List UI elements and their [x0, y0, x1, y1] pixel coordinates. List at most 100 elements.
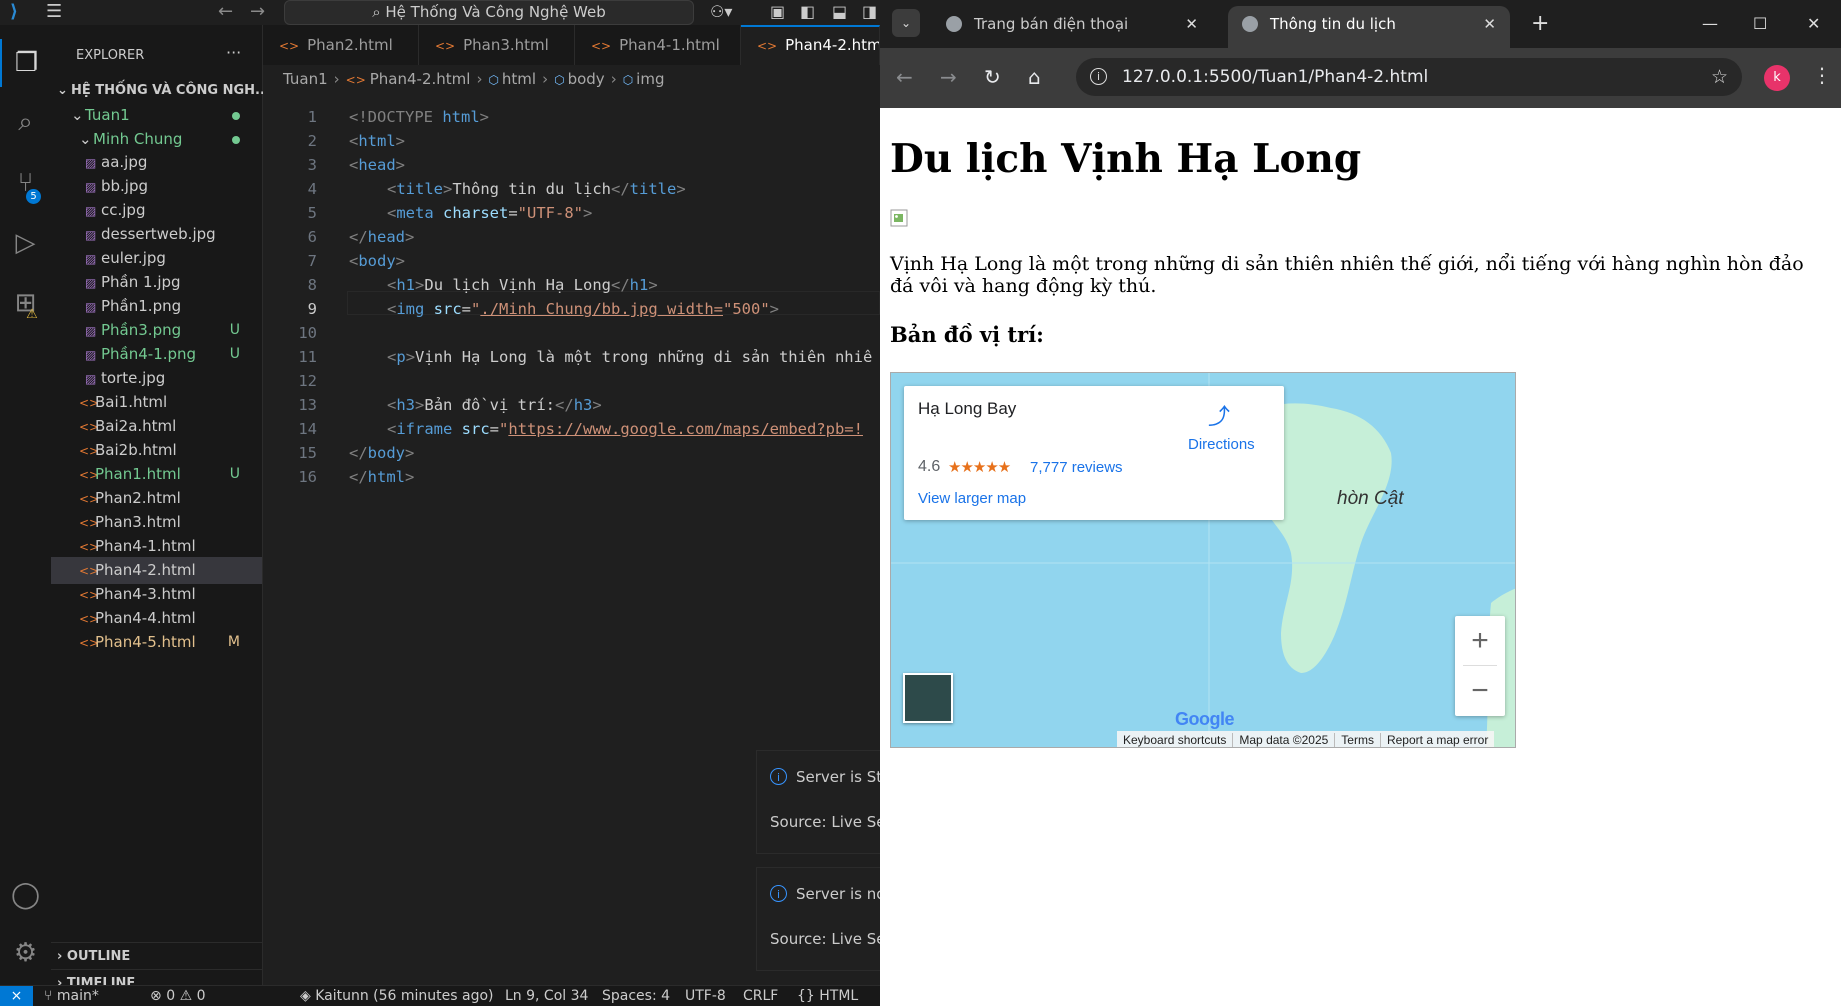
tab-phan3[interactable]: <> Phan3.html	[419, 25, 575, 65]
tree-file[interactable]: ▨ cc.jpg	[51, 197, 262, 224]
zoom-out-icon[interactable]: −	[1455, 666, 1505, 715]
tree-file[interactable]: <>Phan1.html U	[51, 461, 262, 488]
tree-file[interactable]: ▨ dessertweb.jpg	[51, 221, 262, 248]
tree-file[interactable]: ▨ Phần3.png U	[51, 317, 262, 344]
reload-icon[interactable]: ↻	[984, 65, 1001, 89]
settings-gear-icon[interactable]: ⚙	[0, 929, 51, 977]
terms-link[interactable]: Terms	[1335, 733, 1381, 747]
directions-link[interactable]: Directions	[1188, 436, 1255, 453]
reviews-link[interactable]: 7,777 reviews	[1030, 459, 1123, 476]
breadcrumb-item[interactable]: img	[636, 70, 664, 88]
tree-file[interactable]: ▨ torte.jpg	[51, 365, 262, 392]
view-larger-map-link[interactable]: View larger map	[918, 490, 1026, 507]
indentation[interactable]: Spaces: 4	[602, 986, 670, 1006]
toggle-panel-icon[interactable]: ⬓	[832, 2, 847, 22]
code-editor[interactable]: 1 2 3 4 5 6 7 8 9 10 11 12 13 14 15 16 <…	[263, 105, 880, 525]
satellite-toggle[interactable]	[903, 673, 953, 723]
tree-file[interactable]: <>Phan2.html	[51, 485, 262, 512]
new-tab-icon[interactable]: +	[1531, 10, 1549, 38]
zoom-in-icon[interactable]: +	[1455, 616, 1505, 665]
back-arrow-icon[interactable]: ←	[218, 1, 233, 23]
cursor-position[interactable]: Ln 9, Col 34	[505, 986, 588, 1006]
tree-file[interactable]: ▨ Phần4-1.png U	[51, 341, 262, 368]
breadcrumb-item[interactable]: body	[568, 70, 605, 88]
tab-search-chevron-icon[interactable]: ⌄	[892, 9, 920, 37]
home-icon[interactable]: ⌂	[1028, 65, 1041, 89]
tree-file[interactable]: <>Phan4-1.html	[51, 533, 262, 560]
minimize-icon[interactable]: —	[1702, 10, 1718, 38]
maximize-icon[interactable]: ☐	[1753, 10, 1767, 38]
profile-avatar[interactable]: k	[1764, 65, 1790, 91]
language-mode[interactable]: {} HTML	[797, 986, 858, 1006]
tree-item-label: Phan4-3.html	[95, 585, 196, 603]
warning-icon: ⚠	[26, 307, 38, 322]
browser-menu-icon[interactable]: ⋮	[1812, 63, 1832, 87]
url-text: 127.0.0.1:5500/Tuan1/Phan4-2.html	[1122, 67, 1429, 87]
tree-file[interactable]: ▨ aa.jpg	[51, 149, 262, 176]
forward-arrow-icon[interactable]: →	[250, 1, 265, 23]
tab-phan2[interactable]: <> Phan2.html	[263, 25, 419, 65]
remote-indicator-icon[interactable]: ⨯	[0, 986, 33, 1006]
tree-file[interactable]: <>Phan3.html	[51, 509, 262, 536]
extensions-icon[interactable]: ⊞ ⚠	[0, 279, 51, 327]
tree-file[interactable]: <>Bai1.html	[51, 389, 262, 416]
toggle-sidebar-icon[interactable]: ◧	[800, 2, 815, 22]
problems-indicator[interactable]: ⊗ 0 ⚠ 0	[150, 986, 206, 1006]
browser-tab-active[interactable]: Thông tin du lịch ✕	[1228, 6, 1510, 48]
directions-icon[interactable]: ⤴	[1204, 402, 1234, 432]
tree-file[interactable]: ▨ euler.jpg	[51, 245, 262, 272]
report-error-link[interactable]: Report a map error	[1381, 733, 1494, 747]
tree-file[interactable]: ▨ Phần 1.jpg	[51, 269, 262, 296]
tree-item-label: bb.jpg	[101, 177, 149, 195]
browser-tab[interactable]: Trang bán điện thoại ✕	[932, 6, 1212, 48]
notification-toast[interactable]: i Server is now offline. Source: Live Se…	[756, 867, 880, 971]
encoding[interactable]: UTF-8	[685, 986, 726, 1006]
tree-file-selected[interactable]: <>Phan4-2.html	[51, 557, 262, 584]
tree-file[interactable]: <>Phan4-5.html M	[51, 629, 262, 656]
address-bar[interactable]: i 127.0.0.1:5500/Tuan1/Phan4-2.html ☆	[1076, 58, 1742, 96]
tree-file[interactable]: ▨ bb.jpg	[51, 173, 262, 200]
copilot-icon[interactable]: ⚇▾	[710, 2, 732, 22]
explorer-icon[interactable]: ❐	[0, 39, 51, 87]
layout-icon[interactable]: ▣	[770, 2, 785, 22]
tree-item-label: dessertweb.jpg	[101, 225, 216, 243]
command-center[interactable]: ⌕ Hệ Thống Và Công Nghệ Web	[284, 0, 694, 25]
breadcrumb-item[interactable]: html	[502, 70, 536, 88]
git-blame[interactable]: ◈ Kaitunn (56 minutes ago)	[300, 986, 494, 1006]
google-map-embed[interactable]: Hạ Long Bay 4.6 ★★★★★ 7,777 reviews View…	[890, 372, 1516, 748]
forward-icon[interactable]: →	[940, 65, 957, 89]
site-info-icon[interactable]: i	[1090, 68, 1107, 85]
tree-file[interactable]: <>Phan4-3.html	[51, 581, 262, 608]
close-tab-icon[interactable]: ✕	[1185, 6, 1198, 42]
branch-indicator[interactable]: ⑂ main*	[44, 986, 99, 1006]
tree-file[interactable]: ▨ Phần1.png	[51, 293, 262, 320]
run-debug-icon[interactable]: ▷	[0, 219, 51, 267]
notification-toast[interactable]: i Server is Started at port : 5500 Sourc…	[756, 750, 880, 854]
menu-icon[interactable]: ☰	[46, 2, 62, 22]
close-window-icon[interactable]: ✕	[1807, 10, 1820, 38]
tree-folder-tuan1[interactable]: ⌄Tuan1	[51, 102, 262, 129]
workspace-root-label: HỆ THỐNG VÀ CÔNG NGH...	[71, 83, 270, 98]
tree-item-label: Phan4-4.html	[95, 609, 196, 627]
source-control-icon[interactable]: ⑂ 5	[0, 159, 51, 207]
workspace-root[interactable]: ⌄ HỆ THỐNG VÀ CÔNG NGH...	[51, 77, 270, 104]
tab-phan4-2[interactable]: <> Phan4-2.html	[741, 25, 880, 65]
tree-file[interactable]: <>Bai2b.html	[51, 437, 262, 464]
line-ending[interactable]: CRLF	[743, 986, 778, 1006]
breadcrumb-item[interactable]: Phan4-2.html	[370, 70, 471, 88]
tree-file[interactable]: <>Phan4-4.html	[51, 605, 262, 632]
more-actions-icon[interactable]: ···	[226, 43, 241, 62]
git-status: U	[229, 322, 240, 338]
search-view-icon[interactable]: ⌕	[0, 98, 51, 146]
tab-phan4-1[interactable]: <> Phan4-1.html	[575, 25, 741, 65]
keyboard-shortcuts-link[interactable]: Keyboard shortcuts	[1117, 733, 1234, 747]
toggle-secondary-sidebar-icon[interactable]: ◨	[862, 2, 877, 22]
close-tab-icon[interactable]: ✕	[1483, 6, 1496, 42]
back-icon[interactable]: ←	[896, 65, 913, 89]
outline-section[interactable]: › OUTLINE	[51, 942, 262, 969]
breadcrumb-item[interactable]: Tuan1	[283, 70, 328, 88]
bookmark-star-icon[interactable]: ☆	[1711, 58, 1728, 96]
account-icon[interactable]: ◯	[0, 871, 51, 919]
tree-file[interactable]: <>Bai2a.html	[51, 413, 262, 440]
modified-dot	[232, 136, 240, 144]
